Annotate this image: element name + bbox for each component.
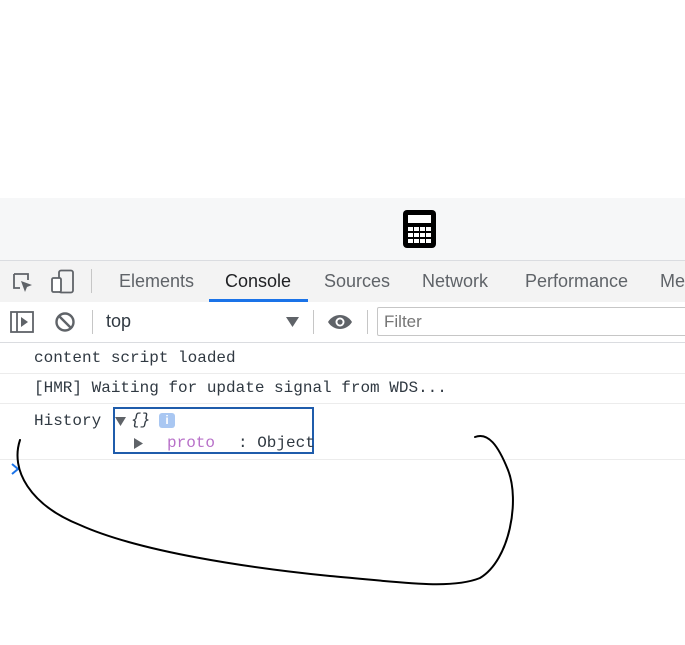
expand-triangle-icon[interactable] [115, 417, 126, 426]
tab-performance[interactable]: Performance [525, 261, 628, 302]
proto-property-key[interactable]: proto [167, 434, 215, 452]
filter-input[interactable] [384, 311, 674, 333]
show-sidebar-icon[interactable] [10, 311, 34, 333]
console-message: History [0, 403, 685, 460]
console-message-text: [HMR] Waiting for update signal from WDS… [34, 379, 447, 397]
filter-field[interactable] [377, 307, 685, 336]
console-message-text: content script loaded [34, 349, 236, 367]
toolbar-divider [92, 310, 93, 334]
clear-console-icon[interactable] [54, 311, 76, 333]
tab-memory[interactable]: Me [660, 261, 685, 302]
tab-sources[interactable]: Sources [324, 261, 390, 302]
collapse-triangle-icon[interactable] [134, 438, 143, 449]
proto-property-value: : Object [238, 434, 315, 452]
console-message: content script loaded [0, 343, 685, 374]
context-label: top [106, 311, 132, 331]
app-header-strip [0, 198, 685, 260]
console-prompt-icon[interactable] [10, 463, 20, 475]
toolbar-divider [367, 310, 368, 334]
tab-console[interactable]: Console [225, 261, 291, 302]
tab-elements[interactable]: Elements [119, 261, 194, 302]
devtools-tabbar: Elements Console Sources Network Perform… [0, 260, 685, 303]
toolbar-divider [313, 310, 314, 334]
console-toolbar: top [0, 302, 685, 343]
context-dropdown-arrow [286, 317, 299, 327]
context-selector[interactable]: top [106, 302, 306, 342]
blank-page-area [0, 0, 685, 198]
calculator-icon[interactable] [403, 210, 436, 248]
live-expression-eye-icon[interactable] [327, 314, 353, 330]
inspect-element-icon[interactable] [12, 272, 34, 294]
info-icon[interactable]: i [159, 413, 175, 428]
device-toggle-icon[interactable] [51, 269, 75, 295]
console-message: [HMR] Waiting for update signal from WDS… [0, 373, 685, 404]
toolbar-divider [91, 269, 92, 293]
console-message-label: History [34, 412, 102, 430]
object-preview[interactable]: {} [131, 411, 150, 429]
tab-network[interactable]: Network [422, 261, 488, 302]
